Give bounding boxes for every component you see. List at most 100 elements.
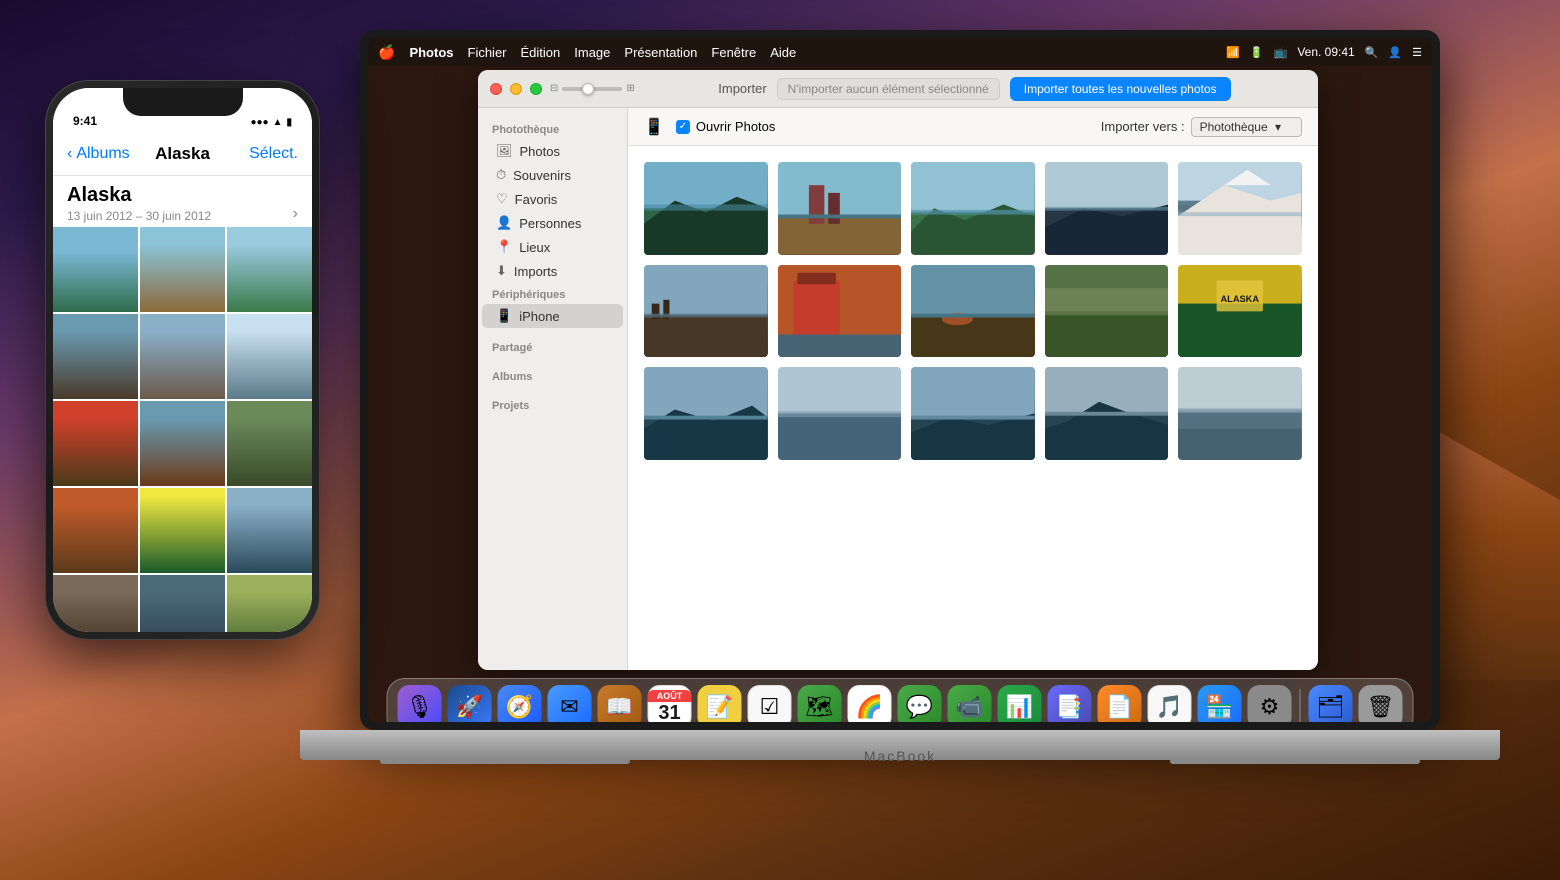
- iphone-photo-13[interactable]: [53, 575, 138, 632]
- user-icon[interactable]: 👤: [1388, 46, 1402, 59]
- zoom-slider[interactable]: ⊟ ⊞: [550, 83, 635, 94]
- dock-music[interactable]: 🎵: [1148, 685, 1192, 722]
- photo-thumb-8[interactable]: [911, 265, 1035, 358]
- maximize-button[interactable]: [530, 83, 542, 95]
- dock-launchpad[interactable]: 🚀: [448, 685, 492, 722]
- music-icon: 🎵: [1156, 694, 1183, 720]
- dock-pages[interactable]: 📄: [1098, 685, 1142, 722]
- menubar-fenetre[interactable]: Fenêtre: [711, 45, 756, 60]
- dock-photos[interactable]: 🌈: [848, 685, 892, 722]
- souvenirs-icon: ⏱: [496, 167, 506, 183]
- iphone-photo-2[interactable]: [140, 227, 225, 312]
- photo-thumb-11[interactable]: [644, 367, 768, 460]
- dock-reminders[interactable]: ☑: [748, 685, 792, 722]
- import-vers-section: Importer vers : Photothèque ▾: [1101, 117, 1302, 137]
- menubar-aide[interactable]: Aide: [770, 45, 796, 60]
- iphone-photo-3[interactable]: [227, 227, 312, 312]
- launchpad-icon: 🚀: [456, 694, 483, 720]
- minimize-button[interactable]: [510, 83, 522, 95]
- sidebar-item-iphone[interactable]: 📱 iPhone: [482, 304, 623, 328]
- sidebar-item-photos[interactable]: 🖼 Photos: [482, 139, 623, 163]
- dock-files[interactable]: 🗂: [1309, 685, 1353, 722]
- calendar-icon: AOÛT31: [648, 690, 692, 722]
- dock-messages[interactable]: 💬: [898, 685, 942, 722]
- photo-thumb-12[interactable]: [778, 367, 902, 460]
- menubar-fichier[interactable]: Fichier: [468, 45, 507, 60]
- dock-numbers[interactable]: 📊: [998, 685, 1042, 722]
- photos-window: ⊟ ⊞ Importer N'importer aucun élément sé…: [478, 70, 1318, 670]
- content-area: 📱 ✓ Ouvrir Photos Importer vers : Photot…: [628, 108, 1318, 670]
- battery-status-icon: ▮: [286, 117, 292, 128]
- photo-thumb-13[interactable]: [911, 367, 1035, 460]
- window-titlebar: ⊟ ⊞ Importer N'importer aucun élément sé…: [478, 70, 1318, 108]
- back-button[interactable]: ‹ Albums: [67, 145, 130, 163]
- sidebar-item-lieux[interactable]: 📍 Lieux: [482, 235, 623, 259]
- iphone-photo-9[interactable]: [227, 401, 312, 486]
- iphone-photo-7[interactable]: [53, 401, 138, 486]
- menu-icon[interactable]: ☰: [1412, 46, 1422, 59]
- macbook-screen-bezel: 🍎 Photos Fichier Édition Image Présentat…: [360, 30, 1440, 730]
- chevron-left-icon: ‹: [67, 145, 72, 163]
- iphone-photo-12[interactable]: [227, 488, 312, 573]
- sidebar-item-souvenirs[interactable]: ⏱ Souvenirs: [482, 163, 623, 187]
- iphone-photo-15[interactable]: [227, 575, 312, 632]
- ouvrir-photos-checkbox[interactable]: ✓ Ouvrir Photos: [676, 119, 775, 134]
- iphone-photo-4[interactable]: [53, 314, 138, 399]
- dock-maps[interactable]: 🗺: [798, 685, 842, 722]
- photo-thumb-14[interactable]: [1045, 367, 1169, 460]
- sidebar-item-favoris[interactable]: ♡ Favoris: [482, 187, 623, 211]
- dock-facetime[interactable]: 📹: [948, 685, 992, 722]
- import-all-button[interactable]: Importer toutes les nouvelles photos: [1010, 77, 1231, 101]
- close-button[interactable]: [490, 83, 502, 95]
- photo-thumb-6[interactable]: [644, 265, 768, 358]
- dock-keynote[interactable]: 📑: [1048, 685, 1092, 722]
- checkbox-checked: ✓: [676, 120, 690, 134]
- keynote-icon: 📑: [1056, 694, 1083, 720]
- iphone-photo-1[interactable]: [53, 227, 138, 312]
- menubar-left: 🍎 Photos Fichier Édition Image Présentat…: [378, 44, 1212, 61]
- sidebar-item-personnes[interactable]: 👤 Personnes: [482, 211, 623, 235]
- menubar-edition[interactable]: Édition: [521, 45, 561, 60]
- photo-thumb-7[interactable]: [778, 265, 902, 358]
- dock-contacts[interactable]: 📖: [598, 685, 642, 722]
- iphone-photo-6[interactable]: [227, 314, 312, 399]
- iphone-photo-14[interactable]: [140, 575, 225, 632]
- apple-menu[interactable]: 🍎: [378, 44, 395, 61]
- battery-icon: 🔋: [1250, 46, 1264, 59]
- photo-thumb-4[interactable]: [1045, 162, 1169, 255]
- iphone-photo-5[interactable]: [140, 314, 225, 399]
- search-icon[interactable]: 🔍: [1365, 46, 1379, 59]
- photo-thumb-1[interactable]: [644, 162, 768, 255]
- systemprefs-icon: ⚙: [1260, 694, 1280, 720]
- iphone-photo-grid: [53, 227, 312, 632]
- destination-select[interactable]: Photothèque ▾: [1191, 117, 1302, 137]
- iphone-photo-11[interactable]: [140, 488, 225, 573]
- select-button[interactable]: Sélect.: [249, 145, 298, 163]
- menubar-image[interactable]: Image: [574, 45, 610, 60]
- iphone-screen: 9:41 ●●● ▲ ▮ ‹ Albums Alaska Sélect. Ala…: [53, 88, 312, 632]
- photo-thumb-15[interactable]: [1178, 367, 1302, 460]
- dock-trash[interactable]: 🗑: [1359, 685, 1403, 722]
- iphone-photo-8[interactable]: [140, 401, 225, 486]
- menubar-presentation[interactable]: Présentation: [624, 45, 697, 60]
- menubar-right: 📶 🔋 📺 Ven. 09:41 🔍 👤 ☰: [1226, 45, 1422, 59]
- menubar-app-name[interactable]: Photos: [409, 45, 453, 60]
- photo-thumb-3[interactable]: [911, 162, 1035, 255]
- dock-calendar[interactable]: AOÛT31: [648, 685, 692, 722]
- dock-mail[interactable]: ✉: [548, 685, 592, 722]
- photo-thumb-2[interactable]: [778, 162, 902, 255]
- sidebar-item-imports[interactable]: ⬇ Imports: [482, 259, 623, 283]
- photo-thumb-10[interactable]: ALASKA: [1178, 265, 1302, 358]
- dock-systemprefs[interactable]: ⚙: [1248, 685, 1292, 722]
- dock-safari[interactable]: 🧭: [498, 685, 542, 722]
- photo-thumb-5[interactable]: [1178, 162, 1302, 255]
- photo-thumb-9[interactable]: [1045, 265, 1169, 358]
- iphone-photo-10[interactable]: [53, 488, 138, 573]
- sidebar-personnes-label: Personnes: [519, 216, 581, 231]
- iphone-body: 9:41 ●●● ▲ ▮ ‹ Albums Alaska Sélect. Ala…: [45, 80, 320, 640]
- dock-siri[interactable]: 🎙: [398, 685, 442, 722]
- sidebar-section-projets: Projets: [478, 394, 627, 415]
- dock-notes[interactable]: 📝: [698, 685, 742, 722]
- import-subbar: 📱 ✓ Ouvrir Photos Importer vers : Photot…: [628, 108, 1318, 146]
- dock-appstore[interactable]: 🏪: [1198, 685, 1242, 722]
